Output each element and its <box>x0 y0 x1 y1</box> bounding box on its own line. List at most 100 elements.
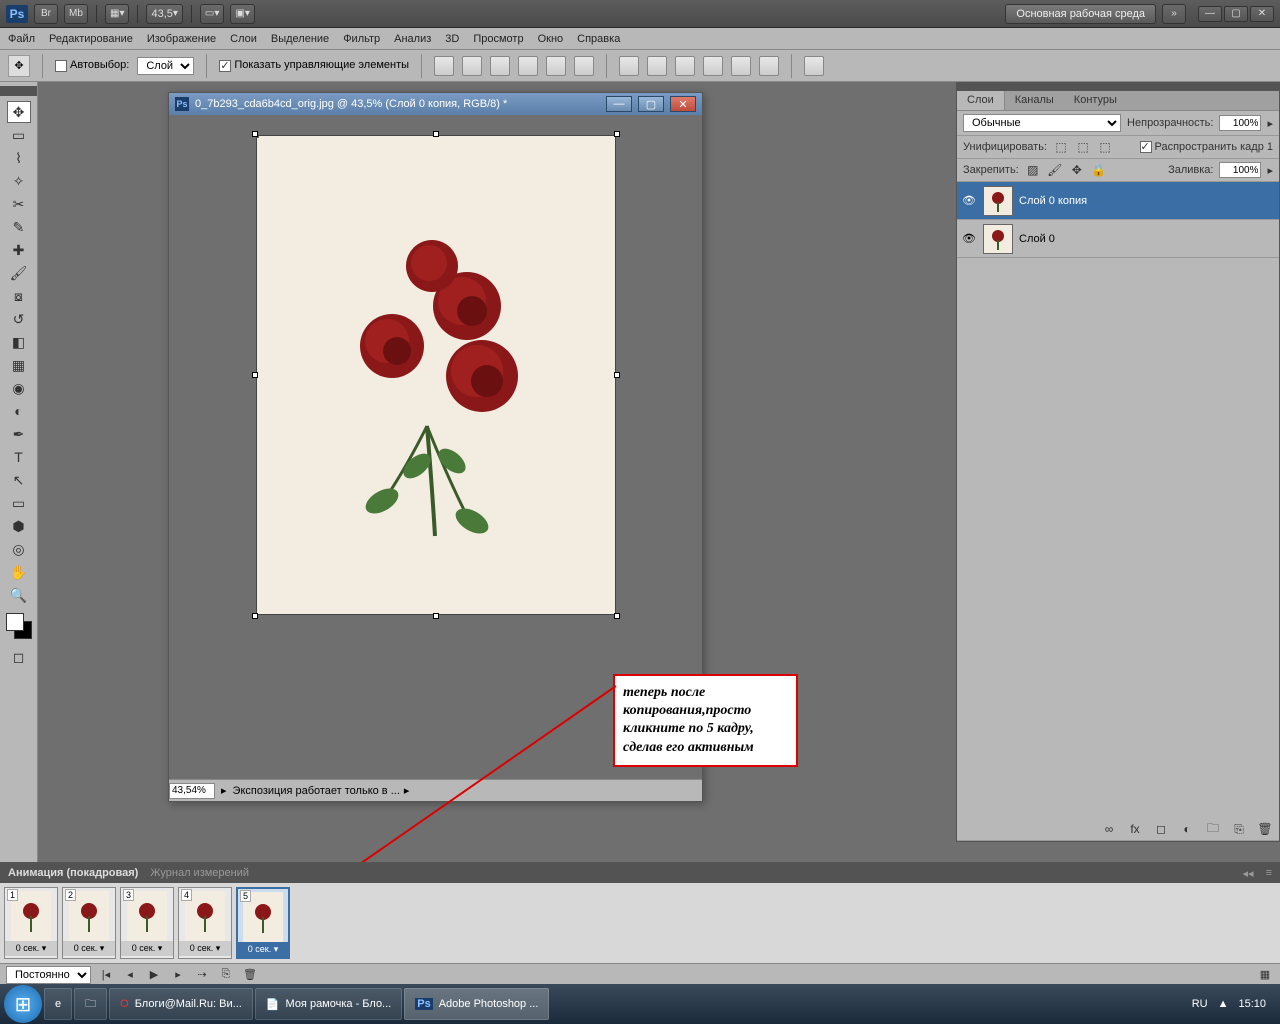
distribute-vcenter-button[interactable] <box>647 56 667 76</box>
taskbar-item[interactable]: OБлоги@Mail.Ru: Ви... <box>109 988 253 1020</box>
distribute-bottom-button[interactable] <box>675 56 695 76</box>
layer-item[interactable]: 👁 Слой 0 <box>957 220 1279 258</box>
visibility-icon[interactable]: 👁 <box>961 194 977 207</box>
zoom-level-field[interactable]: 43,5 ▾ <box>146 4 182 24</box>
document-titlebar[interactable]: Ps 0_7b293_cda6b4cd_orig.jpg @ 43,5% (Сл… <box>169 93 702 115</box>
maximize-button[interactable]: ▢ <box>1224 6 1248 22</box>
next-frame-button[interactable]: ▸ <box>169 967 187 983</box>
lock-all-icon[interactable]: 🔒 <box>1091 162 1107 178</box>
eyedropper-tool[interactable]: ✎ <box>7 216 31 238</box>
adjustment-layer-icon[interactable]: ◐ <box>1179 821 1195 837</box>
align-hcenter-button[interactable] <box>546 56 566 76</box>
taskbar-explorer-icon[interactable]: 🗀 <box>74 988 107 1020</box>
stamp-tool[interactable]: ⧇ <box>7 285 31 307</box>
delete-layer-icon[interactable]: 🗑 <box>1257 821 1273 837</box>
animation-frame[interactable]: 10 сек. ▾ <box>4 887 58 959</box>
layer-fx-icon[interactable]: fx <box>1127 821 1143 837</box>
gradient-tool[interactable]: ▦ <box>7 354 31 376</box>
align-vcenter-button[interactable] <box>462 56 482 76</box>
distribute-top-button[interactable] <box>619 56 639 76</box>
layer-group-icon[interactable]: 🗀 <box>1205 821 1221 837</box>
zoom-tool[interactable]: 🔍 <box>7 584 31 606</box>
visibility-icon[interactable]: 👁 <box>961 232 977 245</box>
screen-mode-button[interactable]: ▣▾ <box>230 4 254 24</box>
menu-help[interactable]: Справка <box>577 33 620 45</box>
show-controls-checkbox[interactable]: Показать управляющие элементы <box>219 59 409 71</box>
distribute-left-button[interactable] <box>703 56 723 76</box>
menu-analysis[interactable]: Анализ <box>394 33 431 45</box>
menu-view[interactable]: Просмотр <box>473 33 523 45</box>
loop-dropdown[interactable]: Постоянно <box>6 966 91 984</box>
auto-align-button[interactable] <box>804 56 824 76</box>
marquee-tool[interactable]: ▭ <box>7 124 31 146</box>
close-button[interactable]: ✕ <box>1250 6 1274 22</box>
unify-position-icon[interactable]: ⬚ <box>1053 139 1069 155</box>
tab-channels[interactable]: Каналы <box>1005 91 1064 110</box>
doc-close-button[interactable]: ✕ <box>670 96 696 112</box>
tab-animation[interactable]: Анимация (покадровая) <box>8 867 138 879</box>
menu-edit[interactable]: Редактирование <box>49 33 133 45</box>
tab-measurements[interactable]: Журнал измерений <box>150 867 249 879</box>
opacity-field[interactable] <box>1219 115 1261 131</box>
play-button[interactable]: ▶ <box>145 967 163 983</box>
pen-tool[interactable]: ✒ <box>7 423 31 445</box>
menu-select[interactable]: Выделение <box>271 33 329 45</box>
taskbar-item[interactable]: PsAdobe Photoshop ... <box>404 988 549 1020</box>
animation-frame[interactable]: 40 сек. ▾ <box>178 887 232 959</box>
link-layers-icon[interactable]: ∞ <box>1101 821 1117 837</box>
menu-layer[interactable]: Слои <box>230 33 257 45</box>
panel-menu-icon[interactable]: ≡ <box>1266 867 1272 879</box>
layer-item[interactable]: 👁 Слой 0 копия <box>957 182 1279 220</box>
fill-flyout-icon[interactable]: ▸ <box>1267 164 1273 177</box>
fill-field[interactable] <box>1219 162 1261 178</box>
taskbar-ie-icon[interactable]: e <box>44 988 72 1020</box>
delete-frame-button[interactable]: 🗑 <box>241 967 259 983</box>
opacity-flyout-icon[interactable]: ▸ <box>1267 117 1273 130</box>
animation-frame[interactable]: 20 сек. ▾ <box>62 887 116 959</box>
doc-minimize-button[interactable]: — <box>606 96 632 112</box>
frame-duration[interactable]: 0 сек. ▾ <box>63 941 115 956</box>
menu-3d[interactable]: 3D <box>445 33 459 45</box>
minimize-button[interactable]: — <box>1198 6 1222 22</box>
align-top-button[interactable] <box>434 56 454 76</box>
path-select-tool[interactable]: ↖ <box>7 469 31 491</box>
type-tool[interactable]: T <box>7 446 31 468</box>
move-tool[interactable]: ✥ <box>7 101 31 123</box>
bridge-button[interactable]: Br <box>34 4 58 24</box>
propagate-checkbox[interactable]: Распространить кадр 1 <box>1140 141 1273 153</box>
shape-tool[interactable]: ▭ <box>7 492 31 514</box>
unify-style-icon[interactable]: ⬚ <box>1097 139 1113 155</box>
animation-frame[interactable]: 50 сек. ▾ <box>236 887 290 959</box>
menu-image[interactable]: Изображение <box>147 33 216 45</box>
lock-pixels-icon[interactable]: 🖌 <box>1047 162 1063 178</box>
first-frame-button[interactable]: |◂ <box>97 967 115 983</box>
tab-layers[interactable]: Слои <box>957 91 1005 110</box>
3d-camera-tool[interactable]: ◎ <box>7 538 31 560</box>
tray-lang[interactable]: RU <box>1192 998 1208 1010</box>
start-button[interactable]: ⊞ <box>4 985 42 1023</box>
quickmask-toggle[interactable]: ◻ <box>7 646 31 668</box>
crop-tool[interactable]: ✂ <box>7 193 31 215</box>
eraser-tool[interactable]: ◧ <box>7 331 31 353</box>
prev-frame-button[interactable]: ◂ <box>121 967 139 983</box>
duplicate-frame-button[interactable]: ⎘ <box>217 967 235 983</box>
blend-mode-dropdown[interactable]: Обычные <box>963 114 1121 132</box>
arrange-button[interactable]: ▭▾ <box>200 4 224 24</box>
menu-filter[interactable]: Фильтр <box>343 33 380 45</box>
unify-visibility-icon[interactable]: ⬚ <box>1075 139 1091 155</box>
hand-tool[interactable]: ✋ <box>7 561 31 583</box>
wand-tool[interactable]: ✧ <box>7 170 31 192</box>
animation-frame[interactable]: 30 сек. ▾ <box>120 887 174 959</box>
3d-tool[interactable]: ⬢ <box>7 515 31 537</box>
convert-timeline-button[interactable]: ▦ <box>1256 967 1274 983</box>
tab-paths[interactable]: Контуры <box>1064 91 1127 110</box>
blur-tool[interactable]: ◉ <box>7 377 31 399</box>
workspace-expand-button[interactable]: » <box>1162 4 1186 24</box>
heal-tool[interactable]: ✚ <box>7 239 31 261</box>
frame-duration[interactable]: 0 сек. ▾ <box>238 942 288 957</box>
autoselect-checkbox[interactable]: Автовыбор: <box>55 59 129 71</box>
workspace-switcher[interactable]: Основная рабочая среда <box>1005 4 1156 24</box>
brush-tool[interactable]: 🖌 <box>7 262 31 284</box>
menu-file[interactable]: Файл <box>8 33 35 45</box>
align-left-button[interactable] <box>518 56 538 76</box>
